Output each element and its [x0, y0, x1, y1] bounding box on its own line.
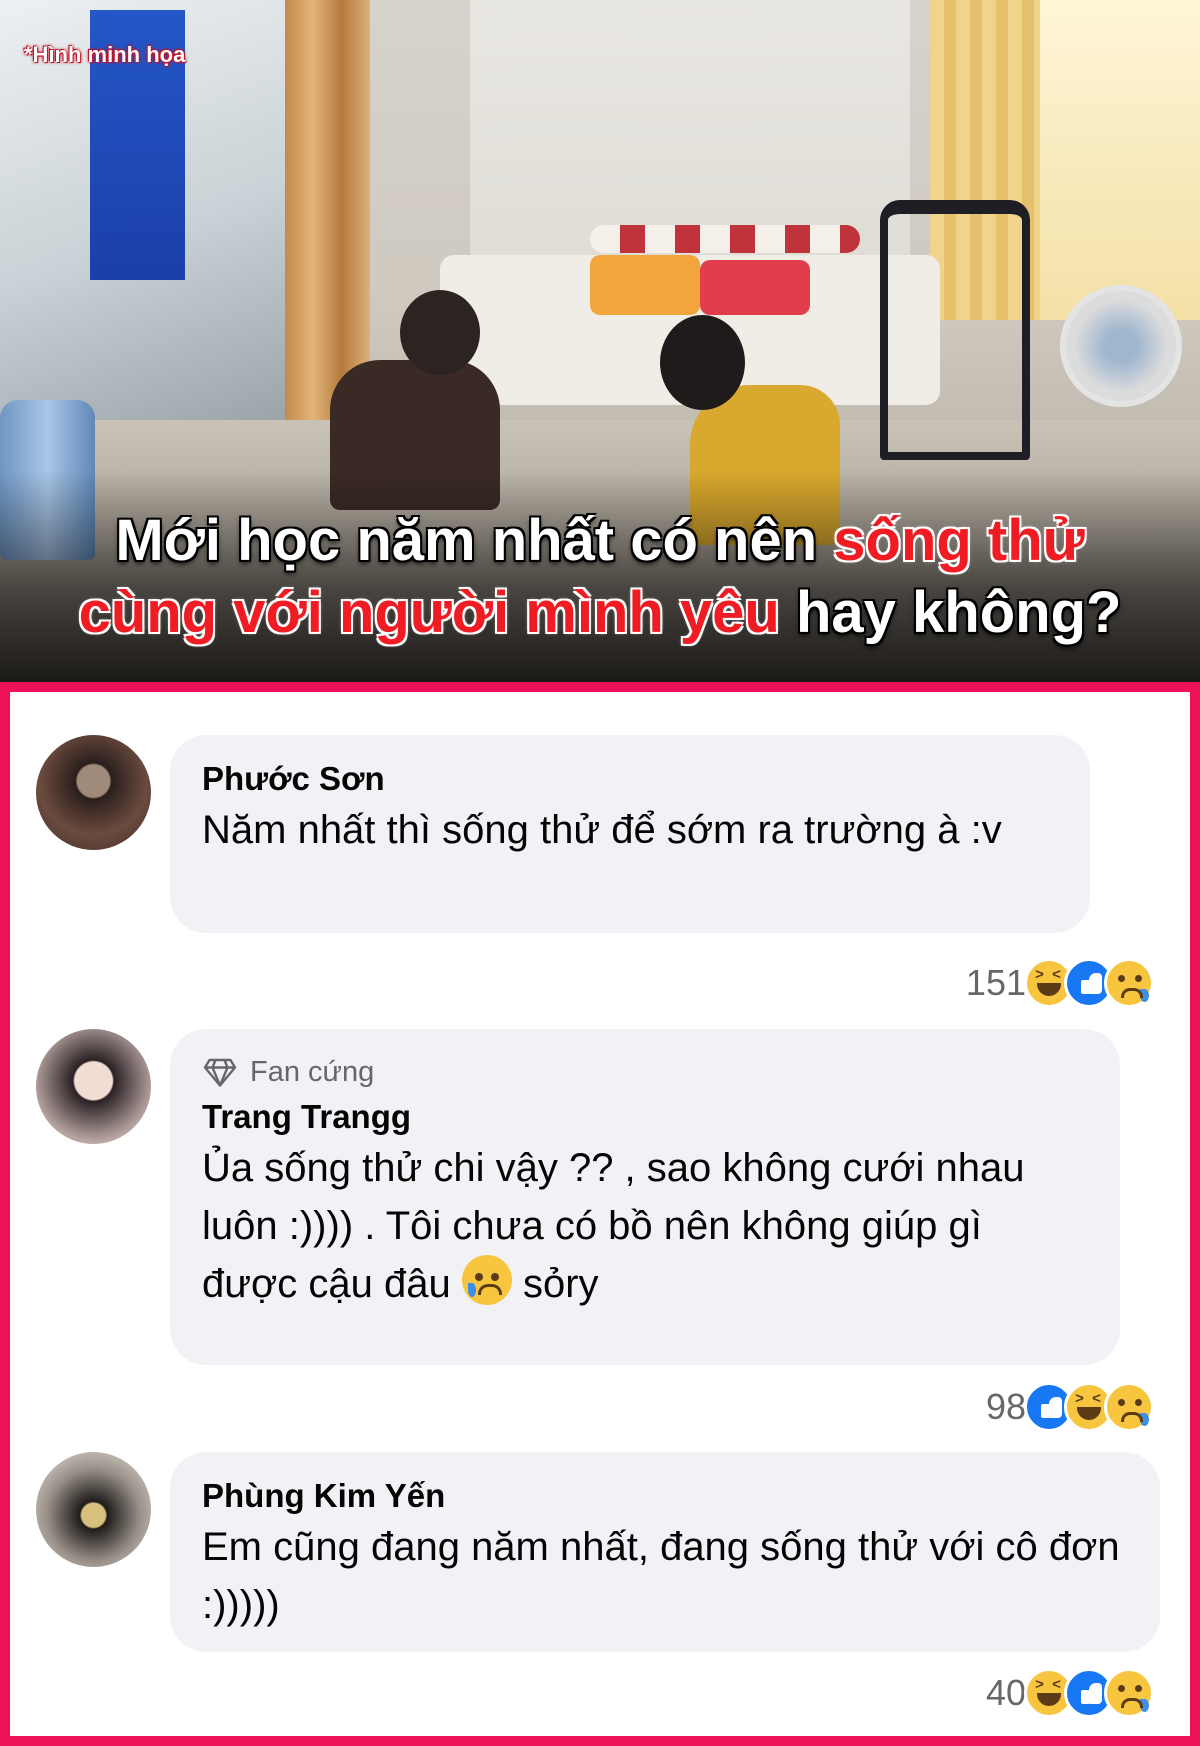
comments-frame: Phước Sơn Năm nhất thì sống thử để sớm r…	[0, 682, 1200, 1746]
comment-text: Ủa sống thử chi vậy ?? , sao không cưới …	[202, 1139, 1088, 1313]
reaction-count: 40	[985, 1672, 1026, 1713]
comments-panel: Phước Sơn Năm nhất thì sống thử để sớm r…	[10, 692, 1190, 1736]
comment-text: Em cũng đang năm nhất, đang sống thử với…	[202, 1525, 1120, 1627]
comment-bubble: Fan cứng Trang Trangg Ủa sống thử chi vậ…	[170, 1029, 1120, 1365]
comment-author[interactable]: Trang Trangg	[202, 1097, 1088, 1137]
headline: Mới học năm nhất có nên sống thử cùng vớ…	[0, 505, 1200, 649]
banner-photo: *Hình minh họa Mới học năm nhất có nên s…	[0, 0, 1200, 682]
reaction-count: 151	[965, 962, 1026, 1003]
comment-text: Năm nhất thì sống thử để sớm ra trường à…	[202, 808, 1002, 852]
avatar[interactable]	[36, 1452, 151, 1567]
fan-badge: Fan cứng	[202, 1053, 1088, 1091]
comment-author[interactable]: Phùng Kim Yến	[202, 1476, 1128, 1516]
comment-text-part: sỏry	[511, 1262, 599, 1306]
reactions-summary[interactable]: 40	[986, 1668, 1154, 1718]
headline-part: Mới học năm nhất có nên	[115, 508, 834, 573]
sad-icon	[1104, 1668, 1154, 1718]
reaction-count: 98	[985, 1386, 1026, 1427]
comment-bubble: Phước Sơn Năm nhất thì sống thử để sớm r…	[170, 735, 1090, 933]
sad-icon	[1104, 958, 1154, 1008]
illustration-tag: *Hình minh họa	[24, 42, 186, 67]
orange-pillow	[590, 255, 700, 315]
comment-text-part: Ủa sống thử chi vậy ?? , sao không cưới …	[202, 1146, 1025, 1306]
comment-bubble: Phùng Kim Yến Em cũng đang năm nhất, đan…	[170, 1452, 1160, 1652]
chair	[880, 200, 1030, 460]
comment-author[interactable]: Phước Sơn	[202, 759, 1058, 799]
headline-highlight: cùng với người mình yêu	[78, 580, 780, 645]
sofa-bolster	[590, 225, 860, 253]
red-pillow	[700, 260, 810, 315]
reactions-summary[interactable]: 98	[986, 1382, 1154, 1432]
avatar[interactable]	[36, 1029, 151, 1144]
sad-icon	[1104, 1382, 1154, 1432]
reactions-summary[interactable]: 151	[966, 958, 1154, 1008]
crying-face-icon	[461, 1255, 512, 1305]
avatar[interactable]	[36, 735, 151, 850]
badge-label: Fan cứng	[250, 1056, 375, 1088]
diamond-icon	[203, 1058, 237, 1087]
electric-fan	[1060, 285, 1182, 407]
headline-highlight: sống thử	[833, 508, 1085, 573]
headline-part: hay không?	[779, 580, 1122, 645]
